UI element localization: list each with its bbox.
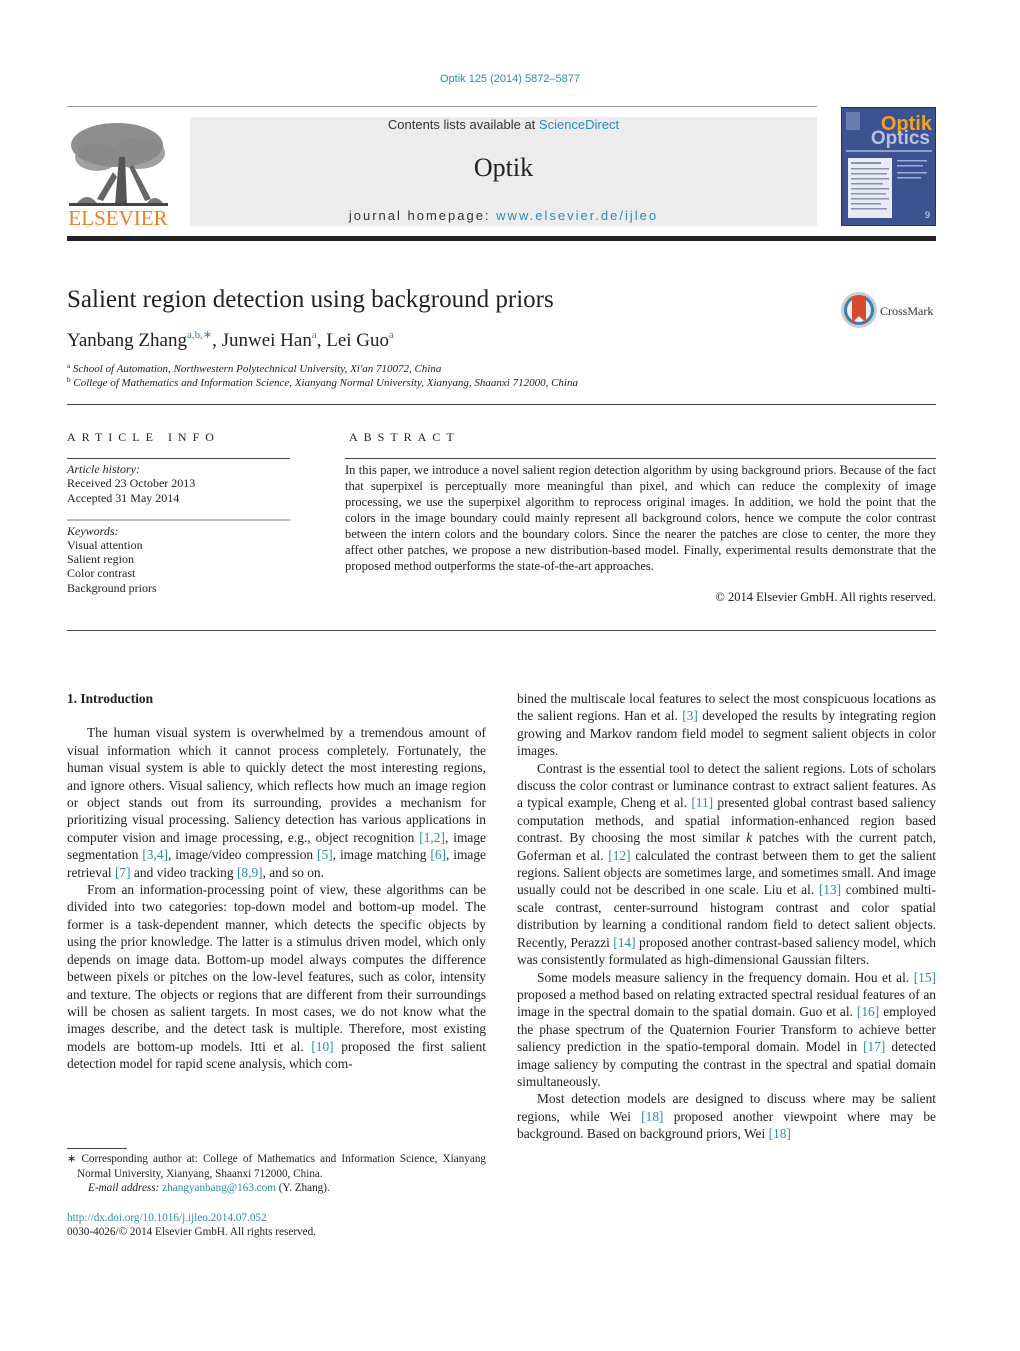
citation-link[interactable]: [5] (317, 847, 333, 862)
citation-link[interactable]: [18] (641, 1109, 663, 1124)
paragraph: Most detection models are designed to di… (517, 1090, 936, 1142)
abstract-heading: ABSTRACT (349, 430, 460, 444)
footnote: ∗ Corresponding author at: College of Ma… (67, 1152, 486, 1196)
citation-link[interactable]: [8,9] (237, 865, 263, 880)
text-run: Some models measure saliency in the freq… (537, 969, 914, 985)
affiliation-mark: a (67, 362, 71, 370)
keywords-rule (67, 519, 290, 521)
abstract-rule (345, 458, 936, 459)
citation-link[interactable]: [1,2] (419, 830, 445, 845)
author-affiliation-marks[interactable]: a (312, 329, 317, 341)
crossmark-button[interactable]: CrossMark (840, 290, 940, 330)
crossmark-icon: CrossMark (841, 292, 933, 328)
keywords-label: Keywords: (67, 524, 119, 538)
contents-prefix: Contents lists available at (387, 117, 539, 132)
article-info-rule (67, 458, 290, 459)
author-affiliation-marks[interactable]: a,b,∗ (187, 329, 212, 341)
paragraph: The human visual system is overwhelmed b… (67, 724, 486, 881)
issn-copyright: 0030-4026/© 2014 Elsevier GmbH. All righ… (67, 1226, 316, 1238)
paragraph: From an information-processing point of … (67, 881, 486, 1072)
journal-name: Optik (473, 153, 534, 182)
citation-link[interactable]: [3,4] (142, 847, 168, 862)
abstract-divider (67, 630, 936, 631)
citation-link[interactable]: [15] (914, 970, 936, 985)
journal-cover-icon: Optik Optics 9 (842, 108, 935, 225)
keyword: Background priors (67, 581, 157, 595)
citation-link[interactable]: [10] (311, 1039, 333, 1054)
keyword: Color contrast (67, 566, 136, 580)
footnote-rule (67, 1148, 127, 1149)
section-heading-introduction: 1. Introduction (67, 691, 154, 706)
keyword: Salient region (67, 552, 134, 566)
homepage-prefix: journal homepage: (348, 208, 497, 223)
journal-cover-image[interactable]: Optik Optics 9 (841, 107, 936, 226)
citation-link[interactable]: [16] (857, 1004, 879, 1019)
author-list: Yanbang Zhanga,b,∗, Junwei Hana, Lei Guo… (67, 329, 394, 351)
text-run: , and so on. (262, 864, 324, 880)
citation-link[interactable]: [3] (682, 708, 698, 723)
article-info-heading: ARTICLE INFO (67, 430, 220, 444)
citation-link[interactable]: [13] (819, 882, 841, 897)
paragraph: Contrast is the essential tool to detect… (517, 760, 936, 969)
text-run: and video tracking (130, 864, 237, 880)
journal-homepage-line: journal homepage: www.elsevier.de/ijleo (190, 208, 817, 223)
author-name[interactable]: Yanbang Zhang (67, 330, 187, 351)
paragraph: bined the multiscale local features to s… (517, 690, 936, 760)
text-run: The human visual system is overwhelmed b… (67, 725, 486, 845)
title-divider (67, 404, 936, 405)
svg-text:ELSEVIER: ELSEVIER (68, 206, 167, 227)
keyword: Visual attention (67, 538, 143, 552)
author-name[interactable]: Lei Guo (326, 330, 389, 351)
email-suffix: (Y. Zhang). (275, 1182, 330, 1195)
affiliation-a: a School of Automation, Northwestern Pol… (67, 362, 441, 375)
header-top-rule (67, 106, 817, 107)
sciencedirect-link[interactable]: ScienceDirect (539, 117, 619, 132)
email-label: E-mail address: (88, 1182, 160, 1195)
journal-reference-link[interactable]: Optik 125 (2014) 5872–5877 (0, 73, 1020, 85)
journal-homepage-link[interactable]: www.elsevier.de/ijleo (496, 208, 658, 223)
article-history-label: Article history: (67, 462, 140, 476)
article-title: Salient region detection using backgroun… (67, 286, 554, 313)
corresponding-author-text: Corresponding author at: College of Math… (77, 1153, 487, 1180)
right-paragraphs: bined the multiscale local features to s… (517, 690, 936, 1143)
affiliation-mark: b (67, 376, 71, 384)
header-bottom-rule (67, 236, 936, 241)
footnote-star: ∗ (67, 1153, 77, 1165)
affiliation-text: School of Automation, Northwestern Polyt… (72, 363, 442, 375)
doi-link[interactable]: http://dx.doi.org/10.1016/j.ijleo.2014.0… (67, 1212, 267, 1224)
svg-text:Optics: Optics (871, 128, 930, 149)
svg-text:CrossMark: CrossMark (880, 304, 933, 318)
body-column-right: bined the multiscale local features to s… (517, 690, 936, 1143)
body-column-left: 1. Introduction The human visual system … (67, 690, 486, 1073)
svg-text:9: 9 (925, 210, 930, 220)
received-date: Received 23 October 2013 (67, 476, 196, 490)
citation-link[interactable]: [14] (613, 935, 635, 950)
email-link[interactable]: zhangyanbang@163.com (162, 1182, 276, 1194)
text-run: From an information-processing point of … (67, 882, 486, 1054)
citation-link[interactable]: [12] (608, 848, 630, 863)
affiliation-text: College of Mathematics and Information S… (73, 377, 578, 389)
contents-line: Contents lists available at ScienceDirec… (190, 117, 817, 132)
accepted-date: Accepted 31 May 2014 (67, 491, 180, 505)
citation-link[interactable]: [6] (430, 847, 446, 862)
affiliation-b: b College of Mathematics and Information… (67, 376, 578, 389)
author-affiliation-marks[interactable]: a (389, 329, 394, 341)
abstract-copyright: © 2014 Elsevier GmbH. All rights reserve… (715, 590, 936, 604)
citation-link[interactable]: [11] (691, 795, 713, 810)
text-run: , image/video compression (168, 847, 318, 863)
citation-link[interactable]: [18] (769, 1126, 791, 1141)
paragraph: Some models measure saliency in the freq… (517, 969, 936, 1091)
citation-link[interactable]: [7] (115, 865, 131, 880)
citation-link[interactable]: [17] (863, 1039, 885, 1054)
abstract-text: In this paper, we introduce a novel sali… (345, 463, 936, 573)
elsevier-tree-icon: ELSEVIER (68, 123, 168, 230)
author-name[interactable]: Junwei Han (222, 330, 312, 351)
left-paragraphs: The human visual system is overwhelmed b… (67, 724, 486, 1072)
text-run: , image matching (332, 847, 431, 863)
elsevier-logo[interactable]: ELSEVIER (67, 117, 170, 230)
